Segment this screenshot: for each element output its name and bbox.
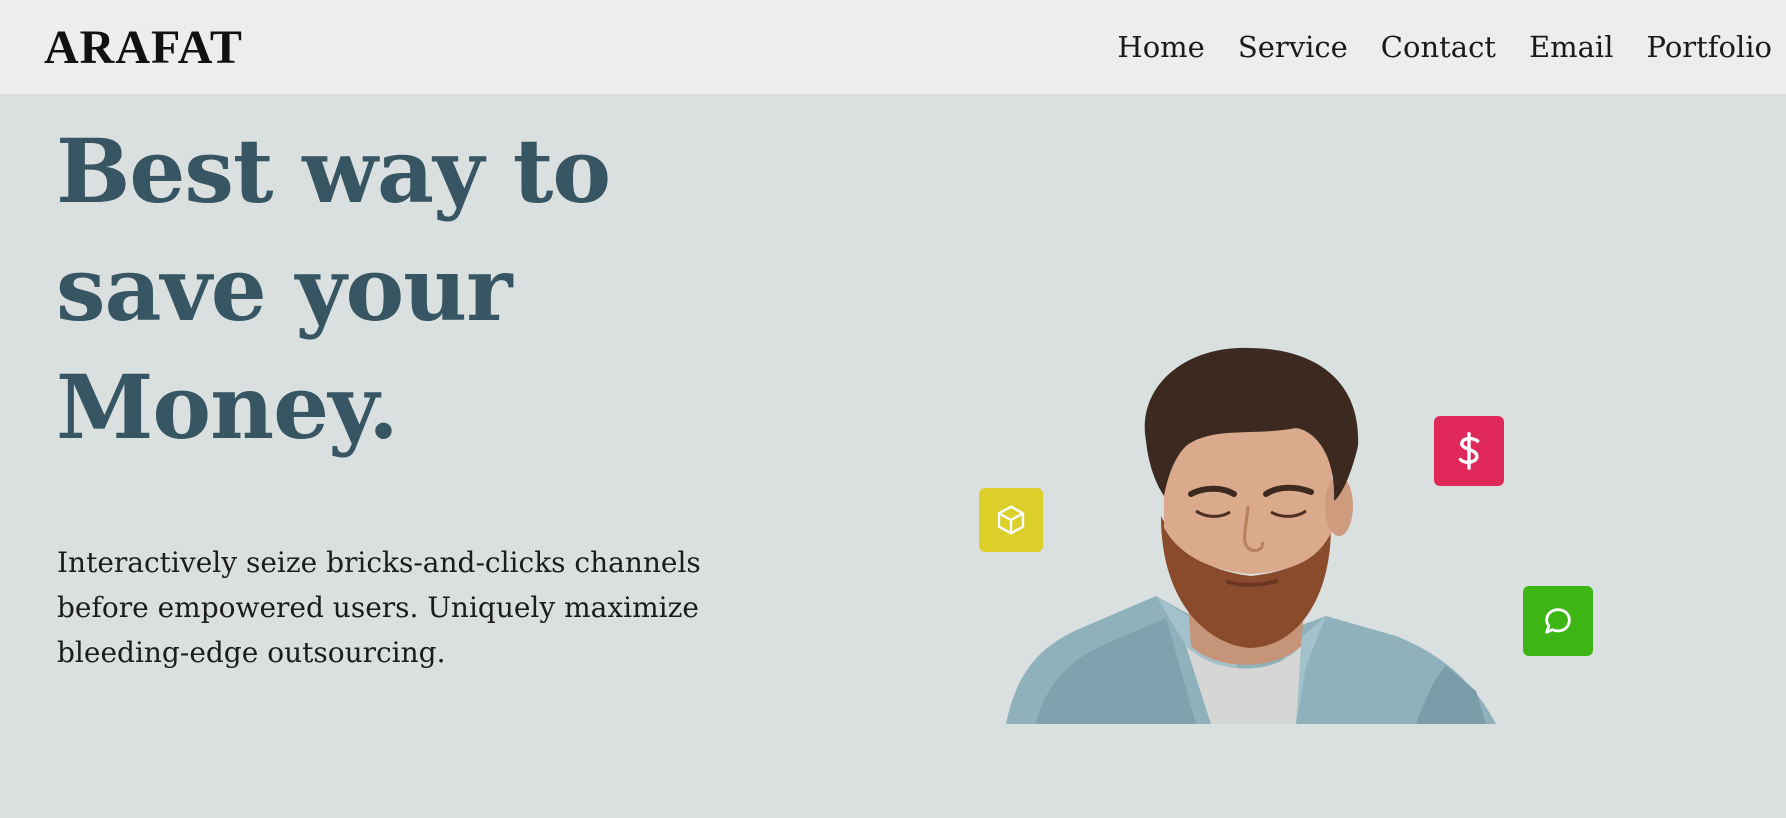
box-badge[interactable] bbox=[979, 488, 1043, 552]
dollar-badge[interactable] bbox=[1434, 416, 1504, 486]
nav-menu: Home Service Contact Email Portfolio bbox=[1117, 26, 1772, 68]
nav-link-email[interactable]: Email bbox=[1529, 26, 1614, 68]
nav-link-contact[interactable]: Contact bbox=[1381, 26, 1496, 68]
nav-link-home[interactable]: Home bbox=[1117, 26, 1204, 68]
hero-headline: Best way to save your Money. bbox=[56, 112, 696, 466]
site-logo[interactable]: ARAFAT bbox=[44, 20, 243, 76]
hero-person-image bbox=[1006, 347, 1496, 724]
hero-description: Interactively seize bricks-and-clicks ch… bbox=[57, 546, 701, 669]
headline-line-1: Best way to bbox=[56, 119, 611, 223]
nav-link-service[interactable]: Service bbox=[1238, 26, 1348, 68]
chat-icon bbox=[1545, 608, 1571, 634]
headline-line-3: Money. bbox=[56, 355, 399, 459]
box-icon bbox=[997, 505, 1025, 535]
headline-line-2: save your bbox=[56, 237, 513, 341]
nav-link-portfolio[interactable]: Portfolio bbox=[1646, 26, 1772, 68]
chat-badge[interactable] bbox=[1523, 586, 1593, 656]
navbar: ARAFAT Home Service Contact Email Portfo… bbox=[0, 0, 1786, 94]
dollar-icon bbox=[1458, 432, 1480, 470]
